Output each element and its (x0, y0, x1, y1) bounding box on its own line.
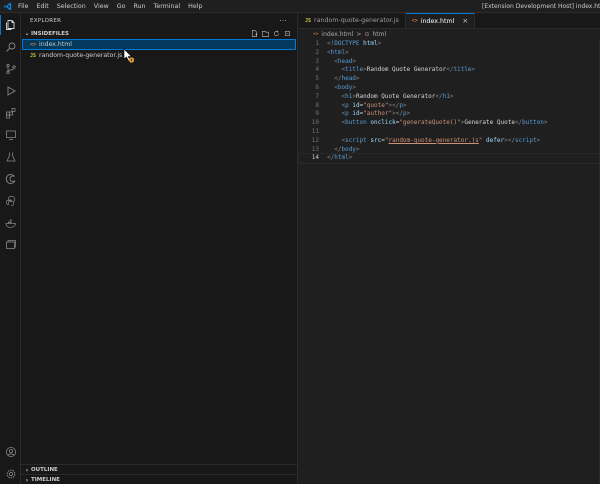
run-debug-icon[interactable] (0, 81, 21, 101)
code-line: 3 <head> (299, 58, 600, 67)
code-line: 5 </head> (299, 75, 600, 84)
timeline-title: TIMELINE (31, 477, 60, 483)
vscode-logo-icon (0, 0, 14, 13)
menu-edit[interactable]: Edit (33, 0, 53, 13)
file-item-random-quote-generator-js[interactable]: JS random-quote-generator.js (21, 50, 297, 61)
code-line: 11 (299, 128, 600, 137)
explorer-title: EXPLORER (30, 17, 62, 24)
tab-random-quote-generator-js[interactable]: JS random-quote-generator.js (299, 13, 406, 28)
menu-bar: File Edit Selection View Go Run Terminal… (14, 0, 207, 13)
new-folder-icon[interactable] (262, 29, 269, 37)
line-number: 7 (315, 92, 319, 100)
breadcrumb-separator: > (356, 31, 362, 38)
close-tab-icon[interactable]: × (462, 17, 468, 25)
file-item-index-html[interactable]: <> index.html (22, 39, 296, 50)
chevron-down-icon: ⌄ (24, 30, 30, 37)
line-number: 3 (315, 57, 319, 65)
code-line: 4 <title>Random Quote Generator</title> (299, 66, 600, 75)
code-line: 1 <!DOCTYPE html> (299, 40, 600, 49)
window-title: [Extension Development Host] index.html … (482, 3, 600, 10)
code-line: 9 <p id="author"></p> (299, 110, 600, 119)
code-line: 6 <body> (299, 84, 600, 93)
line-number: 5 (315, 75, 319, 83)
explorer-header: EXPLORER ··· (21, 13, 297, 28)
line-number: 10 (311, 119, 319, 127)
line-number: 9 (315, 110, 319, 118)
html-file-icon: <> (313, 32, 319, 37)
code-line: 7 <h1>Random Quote Generator</h1> (299, 93, 600, 102)
code-line: 2 <html> (299, 49, 600, 58)
remote-explorer-icon[interactable] (0, 125, 21, 145)
breadcrumb: <> index.html > ⊙ html (299, 29, 600, 40)
outline-title: OUTLINE (31, 467, 58, 473)
breadcrumb-file[interactable]: index.html (321, 31, 353, 38)
source-control-icon[interactable] (0, 59, 21, 79)
settings-gear-icon[interactable] (0, 464, 21, 484)
chevron-right-icon: › (25, 476, 29, 484)
tab-label: index.html (420, 17, 455, 25)
line-number: 12 (311, 136, 319, 144)
code-line: 8 <p id="quote"></p> (299, 102, 600, 111)
extensions-icon[interactable] (0, 103, 21, 123)
line-number: 6 (315, 83, 319, 91)
activity-bar (0, 13, 21, 484)
line-number: 8 (315, 101, 319, 109)
file-name: index.html (39, 41, 73, 48)
html-file-icon: <> (411, 18, 418, 24)
docker-icon[interactable] (0, 213, 21, 233)
code-line: 10 <button onclick="generateQuote()">Gen… (299, 119, 600, 128)
new-file-icon[interactable] (251, 29, 258, 37)
refresh-icon[interactable] (273, 29, 280, 37)
more-actions-icon[interactable]: ··· (279, 17, 287, 25)
menu-file[interactable]: File (14, 0, 33, 13)
timeline-section[interactable]: › TIMELINE (21, 474, 298, 484)
js-file-icon: JS (30, 52, 37, 59)
code-line-current: 14 </html> (298, 153, 600, 165)
code-editor[interactable]: 1 <!DOCTYPE html> 2 <html> 3 <head> 4 <tit… (298, 40, 600, 165)
tab-label: random-quote-generator.js (314, 17, 399, 24)
folder-section-insidefiles[interactable]: ⌄ INSIDEFILES (21, 28, 297, 39)
mouse-cursor-icon (121, 48, 135, 64)
file-name: random-quote-generator.js (39, 52, 123, 59)
editor-group: JS random-quote-generator.js <> index.ht… (298, 13, 600, 484)
menu-go[interactable]: Go (113, 0, 130, 13)
breadcrumb-element[interactable]: html (372, 31, 386, 38)
python-icon[interactable] (0, 191, 21, 211)
editor-tabs: JS random-quote-generator.js <> index.ht… (299, 13, 600, 29)
edge-devtools-icon[interactable] (0, 169, 21, 189)
folder-actions (251, 29, 291, 37)
line-number: 13 (311, 145, 319, 153)
folder-name: INSIDEFILES (31, 30, 70, 37)
html-file-icon: <> (30, 41, 37, 48)
code-line: 13 </body> (299, 146, 600, 155)
line-number: 4 (315, 66, 319, 74)
collapse-all-icon[interactable] (284, 29, 291, 37)
line-number: 14 (311, 154, 319, 162)
line-number: 2 (315, 48, 319, 56)
menu-help[interactable]: Help (184, 0, 206, 13)
database-icon[interactable] (0, 235, 21, 255)
menu-selection[interactable]: Selection (53, 0, 90, 13)
js-file-icon: JS (305, 17, 312, 24)
explorer-sidebar: EXPLORER ··· ⌄ INSIDEFILES <> index.html… (21, 13, 298, 484)
files-icon[interactable] (0, 15, 21, 35)
menu-view[interactable]: View (90, 0, 113, 13)
title-bar: File Edit Selection View Go Run Terminal… (0, 0, 600, 13)
account-icon[interactable] (0, 442, 21, 462)
chevron-right-icon: › (25, 466, 29, 474)
element-symbol-icon: ⊙ (364, 31, 370, 38)
line-number: 11 (311, 127, 319, 135)
code-line: 12 <script src="random-quote-generator.j… (299, 137, 600, 146)
menu-terminal[interactable]: Terminal (150, 0, 185, 13)
menu-run[interactable]: Run (129, 0, 149, 13)
tab-index-html[interactable]: <> index.html × (405, 13, 476, 28)
testing-icon[interactable] (0, 147, 21, 167)
search-icon[interactable] (0, 37, 21, 57)
line-number: 1 (315, 40, 319, 47)
